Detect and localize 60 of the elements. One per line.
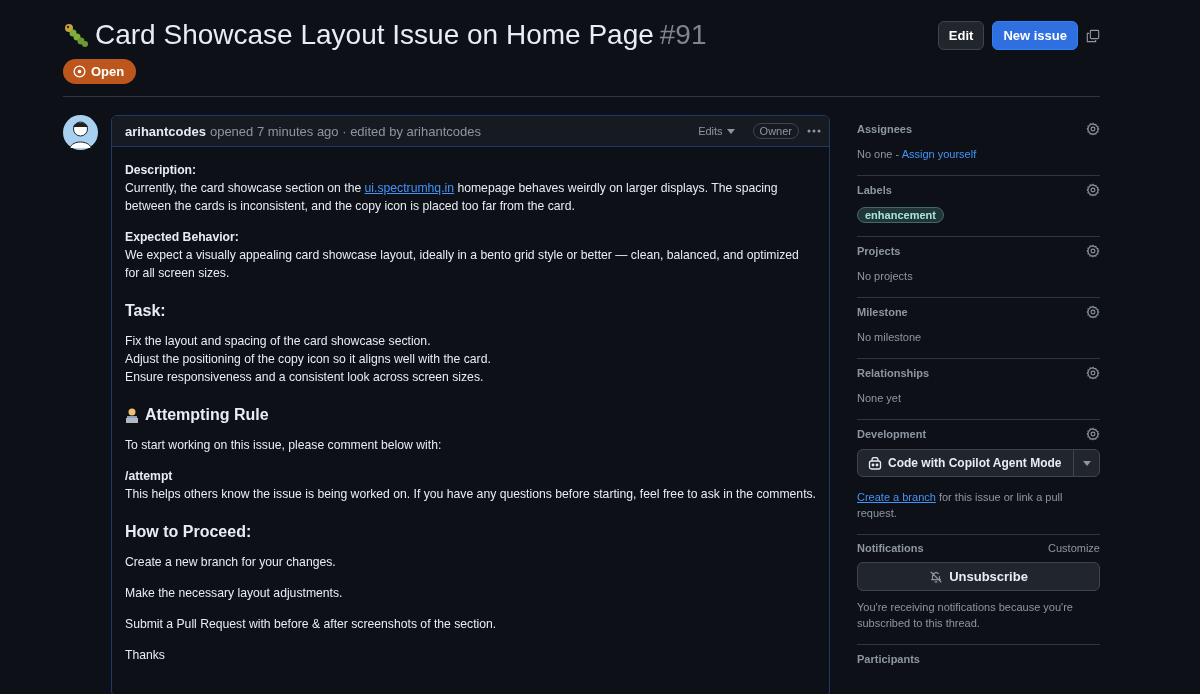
comment-meta: opened 7 minutes ago · edited by arihantcodes — [209, 123, 482, 139]
create-branch-link[interactable]: Create a branch — [857, 491, 936, 503]
settings-icon[interactable] — [1086, 244, 1100, 258]
settings-icon[interactable] — [1086, 183, 1100, 197]
paragraph: Submit a Pull Request with before & after screenshots of the section. — [125, 616, 498, 633]
section-title: Participants — [857, 653, 920, 665]
settings-icon[interactable] — [1086, 305, 1100, 319]
bold-label: Expected Behavior: — [125, 229, 240, 246]
task-line: Ensure responsiveness and a consistent look across screen sizes. — [125, 369, 485, 386]
section-value: No milestone — [857, 331, 922, 343]
section-title: Projects — [857, 245, 901, 257]
caterpillar-icon — [63, 22, 89, 48]
bell-slash-icon — [929, 569, 944, 584]
copilot-button[interactable]: Code with Copilot Agent Mode — [858, 450, 1073, 476]
author-name[interactable]: arihantcodes — [125, 123, 206, 139]
task-line: Fix the layout and spacing of the card showcase section. — [125, 333, 432, 350]
label-tag[interactable]: enhancement — [857, 207, 944, 223]
customize-link[interactable]: Customize — [1048, 542, 1100, 554]
paragraph: Make the necessary layout adjustments. — [125, 585, 344, 602]
section-title: Milestone — [857, 306, 908, 318]
caret-icon — [1082, 460, 1091, 466]
open-circle-icon — [73, 65, 86, 78]
section-value: No projects — [857, 270, 913, 282]
unsubscribe-button[interactable]: Unsubscribe — [857, 562, 1100, 591]
paragraph: We expect a visually appealing card showcase layout, ideally in a bento grid style or better — clean, balanced, and optimized for all screen sizes. — [125, 247, 800, 282]
section-heading: Task: — [125, 302, 166, 320]
section-title: Relationships — [857, 367, 930, 379]
bold-label: /attempt — [125, 468, 174, 485]
avatar[interactable] — [63, 115, 98, 150]
assignee-text: No one - Assign yourself — [857, 148, 977, 160]
settings-icon[interactable] — [1086, 427, 1100, 441]
link[interactable]: ui.spectrumhq.in — [364, 181, 454, 195]
paragraph: This helps others know the issue is being worked on. If you have any questions before starting, feel free to ask in the comments. — [125, 486, 816, 503]
section-heading: Attempting Rule — [145, 406, 269, 424]
issue-title: Card Showcase Layout Issue on Home Page #91 — [95, 18, 707, 52]
paragraph: Thanks — [125, 647, 166, 664]
section-title: Notifications — [857, 542, 924, 554]
caret-icon — [726, 128, 735, 134]
section-title: Labels — [857, 184, 892, 196]
task-line: Adjust the positioning of the copy icon so it aligns well with the card. — [125, 351, 492, 368]
edits-dropdown[interactable]: Edits — [692, 124, 741, 138]
paragraph: Create a new branch for your changes. — [125, 554, 337, 571]
paragraph: Currently, the card showcase section on the ui.spectrumhq.in homepage behaves weirdly on larger displays. The spacing between the cards is inconsistent, and the copy icon is placed too far from the card. — [125, 180, 779, 215]
paragraph: To start working on this issue, please comment below with: — [125, 437, 443, 454]
bold-label: Description: — [125, 162, 198, 179]
edit-button[interactable]: Edit — [937, 21, 985, 50]
development-text: Create a branch for this issue or link a pull request. — [857, 490, 1064, 521]
section-value: None yet — [857, 392, 902, 404]
robot-icon — [868, 456, 882, 470]
settings-icon[interactable] — [1086, 366, 1100, 380]
more-icon[interactable] — [807, 129, 821, 133]
notification-text: You're receiving notifications because you're subscribed to this thread. — [857, 600, 1074, 631]
new-issue-button[interactable]: New issue — [992, 21, 1078, 50]
section-title: Development — [857, 428, 927, 440]
settings-icon[interactable] — [1086, 122, 1100, 136]
copy-icon[interactable] — [1086, 28, 1100, 43]
assign-link[interactable]: Assign yourself — [901, 148, 977, 160]
section-heading: How to Proceed: — [125, 523, 252, 541]
section-title: Assignees — [857, 123, 913, 135]
status-badge: Open — [63, 59, 137, 84]
